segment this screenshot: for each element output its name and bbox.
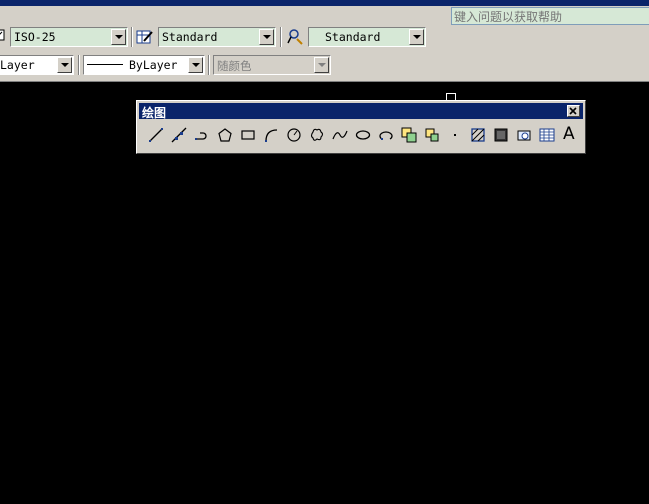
properties-toolbar: Layer ByLayer 随颜色 [0,52,336,78]
hatch-tool[interactable] [467,124,489,146]
toolbar-divider [131,27,133,47]
dim-style-value: ISO-25 [14,30,56,44]
polyline-tool[interactable] [191,124,213,146]
rectangle-tool[interactable] [237,124,259,146]
chevron-down-icon[interactable] [259,29,274,45]
table-icon [539,128,555,142]
table-tool[interactable] [536,124,558,146]
chevron-down-icon[interactable] [57,57,72,73]
point-icon [454,134,456,136]
multiline-text-icon: A [563,124,575,144]
multiline-text-tool[interactable]: A [559,124,581,146]
help-search-input[interactable] [451,7,649,25]
revision-cloud-icon [310,128,324,141]
chevron-down-icon[interactable] [111,29,126,45]
toolbar-area: ISO-25 Standard Standard Layer ByLayer [0,6,649,82]
close-button[interactable] [567,105,580,117]
chevron-down-icon[interactable] [188,57,203,73]
hatch-icon [471,128,485,142]
ellipse-arc-tool[interactable] [375,124,397,146]
spline-tool[interactable] [329,124,351,146]
color-value: 随颜色 [217,59,252,73]
toolbar-divider [208,55,210,75]
table-style-value: Standard [162,30,218,44]
ellipse-arc-icon [379,131,393,140]
linetype-value: ByLayer [87,58,177,72]
region-tool[interactable] [513,124,535,146]
layer-combo[interactable]: Layer [0,55,74,75]
circle-tool[interactable] [283,124,305,146]
make-block-icon [425,128,439,142]
polygon-tool[interactable] [214,124,236,146]
insert-block-icon [401,127,417,143]
styles-toolbar: ISO-25 Standard Standard [0,24,432,50]
dim-style-combo[interactable]: ISO-25 [10,27,128,47]
linetype-combo[interactable]: ByLayer [83,55,205,75]
multileader-style-value: Standard [325,30,381,44]
table-style-combo[interactable]: Standard [158,27,276,47]
multileader-style-icon[interactable] [286,28,306,48]
ellipse-tool[interactable] [352,124,374,146]
color-combo[interactable]: 随颜色 [213,55,331,75]
line-tool[interactable] [145,124,167,146]
rectangle-icon [241,130,255,140]
line-icon [149,128,163,142]
arc-tool[interactable] [260,124,282,146]
draw-toolbar-title: 绘图 [142,106,167,120]
draw-toolbar-titlebar[interactable]: 绘图 [139,103,583,120]
chevron-down-icon[interactable] [314,57,329,73]
construction-line-icon [171,127,187,143]
toolbar-divider [78,55,80,75]
polyline-icon [195,132,207,140]
toolbar-divider [280,27,282,47]
gradient-tool[interactable] [490,124,512,146]
insert-block-tool[interactable] [398,124,420,146]
multileader-style-combo[interactable]: Standard [308,27,426,47]
make-block-tool[interactable] [421,124,443,146]
construction-line-tool[interactable] [168,124,190,146]
gradient-icon [494,128,508,142]
linetype-preview [87,64,123,65]
draw-tools: A [143,124,583,148]
region-icon [517,130,531,141]
draw-toolbar[interactable]: 绘图 A [136,100,586,154]
polygon-icon [218,128,232,142]
close-icon [569,107,577,115]
table-style-icon[interactable] [136,28,156,48]
circle-icon [287,128,301,142]
layer-value: Layer [0,58,35,72]
arc-icon [265,129,278,142]
ellipse-icon [355,130,371,140]
chevron-down-icon[interactable] [409,29,424,45]
revision-cloud-tool[interactable] [306,124,328,146]
spline-icon [332,130,348,140]
point-tool[interactable] [444,124,466,146]
